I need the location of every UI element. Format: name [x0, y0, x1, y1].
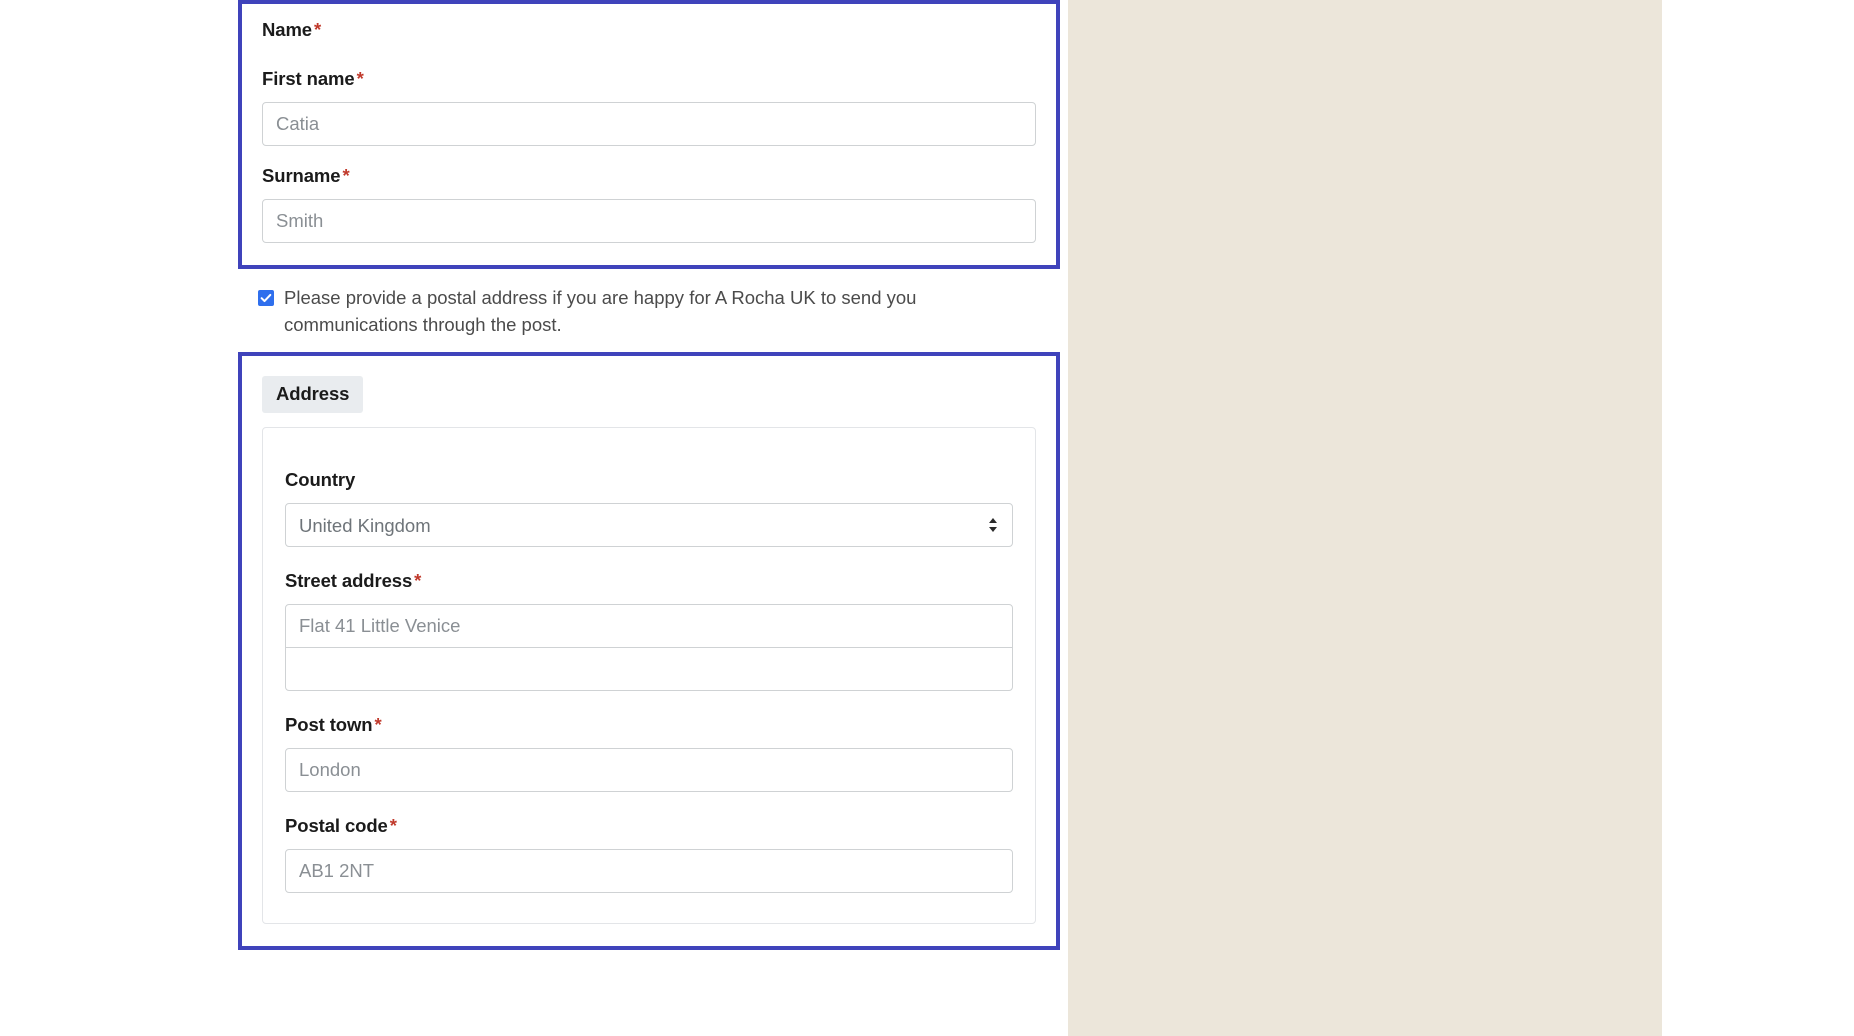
name-group-required-asterisk: *: [314, 19, 322, 40]
checkbox-checked-icon[interactable]: [258, 290, 274, 307]
decorative-side-panel: [1068, 0, 1662, 1036]
post-town-input[interactable]: [285, 748, 1013, 793]
surname-field-block: Surname *: [262, 164, 1036, 244]
postal-code-field-block: Postal code *: [285, 814, 1013, 894]
address-legend: Address: [262, 375, 364, 413]
name-fieldset-highlight: Name* First name* Surname*: [238, 0, 1060, 270]
street-address-label: Street address *: [285, 569, 1013, 592]
country-select-wrap: United Kingdom: [285, 503, 1013, 548]
first-name-field-block: First name *: [262, 67, 1036, 147]
street-address-line2-input[interactable]: [285, 647, 1013, 692]
page-root: Name* First name* Surname*: [0, 0, 1854, 1036]
street-address-required-asterisk: *: [414, 570, 422, 592]
surname-input[interactable]: [262, 199, 1036, 244]
name-group-title: Name *: [262, 18, 1036, 41]
postal-code-label: Postal code *: [285, 814, 1013, 837]
postal-consent-row[interactable]: Please provide a postal address if you a…: [238, 269, 998, 352]
street-address-field-block: Street address *: [285, 569, 1013, 692]
post-town-required-asterisk: *: [374, 714, 382, 736]
address-fieldset-highlight: Address Country United Kingdom Street ad…: [238, 351, 1060, 951]
country-field-block: Country United Kingdom: [285, 468, 1013, 548]
country-select[interactable]: United Kingdom: [285, 503, 1013, 548]
first-name-label: First name *: [262, 67, 1036, 90]
surname-label: Surname *: [262, 164, 1036, 187]
name-group-title-text: Name: [262, 19, 312, 40]
post-town-field-block: Post town *: [285, 713, 1013, 793]
post-town-label-text: Post town: [285, 714, 373, 736]
street-address-label-text: Street address: [285, 570, 413, 592]
street-address-inputs: [285, 604, 1013, 692]
surname-required-asterisk: *: [342, 165, 350, 187]
street-address-line1-input[interactable]: [285, 604, 1013, 649]
address-card: Country United Kingdom Street address * …: [262, 426, 1036, 925]
first-name-label-text: First name: [262, 68, 355, 90]
post-town-label: Post town *: [285, 713, 1013, 736]
donation-form-column: Name* First name* Surname*: [238, 0, 1060, 951]
first-name-input[interactable]: [262, 102, 1036, 147]
postal-consent-label[interactable]: Please provide a postal address if you a…: [284, 285, 974, 338]
surname-label-text: Surname: [262, 165, 341, 187]
first-name-required-asterisk: *: [356, 68, 364, 90]
postal-code-label-text: Postal code: [285, 815, 388, 837]
country-label: Country: [285, 468, 1013, 491]
country-label-text: Country: [285, 468, 356, 490]
postal-code-required-asterisk: *: [389, 815, 397, 837]
postal-code-input[interactable]: [285, 849, 1013, 894]
